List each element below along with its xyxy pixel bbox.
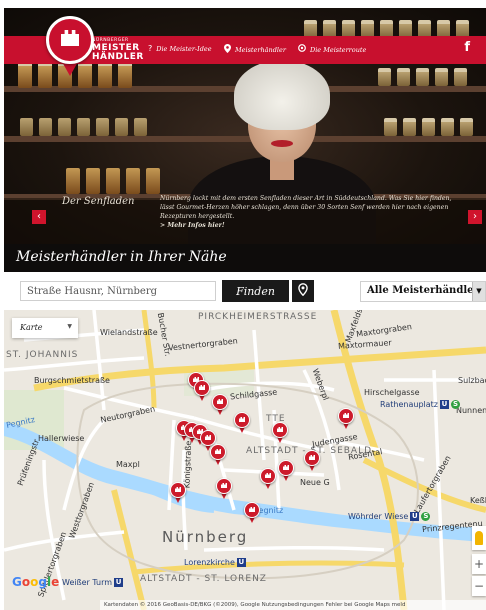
dealer-filter-select[interactable]: Alle Meisterhändler ▼ (360, 281, 486, 302)
map-type-control[interactable]: Karte ▼ (12, 318, 78, 338)
transit-label: Wöhrder Wiese (348, 512, 409, 521)
zoom-in-button[interactable]: + (472, 554, 486, 574)
dealer-marker[interactable] (260, 468, 276, 490)
zoom-out-button[interactable]: − (472, 576, 486, 596)
nav-item-meister-idee[interactable]: ? Die Meister-Idee (148, 44, 212, 53)
jar-row (378, 68, 467, 86)
jar-row (20, 118, 147, 136)
street-label: Burgschmietstraße (34, 376, 110, 385)
chevron-down-icon: ▼ (67, 323, 72, 330)
ubahn-icon: U (114, 578, 124, 587)
street-label: Wielandstraße (100, 328, 158, 337)
transit-label: Rathenauplatz (380, 400, 438, 409)
question-icon: ? (148, 44, 153, 53)
filter-value: Alle Meisterhändler (367, 285, 479, 296)
transit-label: Weißer Turm (62, 578, 113, 587)
transit-stop[interactable]: Lorenzkirche U (184, 558, 246, 567)
section-header: Meisterhändler in Ihrer Nähe (4, 244, 486, 272)
chevron-down-icon: ▼ (472, 282, 485, 301)
address-search-input[interactable] (20, 281, 216, 301)
dealer-marker[interactable] (338, 408, 354, 430)
district-label: ST. JOHANNIS (6, 350, 79, 360)
route-pin-icon (298, 44, 306, 55)
dealer-marker[interactable] (210, 444, 226, 466)
caption-text: Nürnberg lockt mit dem ersten Senfladen … (160, 194, 460, 230)
nav-label: Meisterhändler (235, 45, 286, 54)
transit-stop[interactable]: Wöhrder Wiese U S (348, 512, 431, 521)
sbahn-icon: S (451, 400, 460, 409)
meisterhaendler-logo[interactable]: NÜRNBERGER MEISTER HÄNDLER (28, 16, 143, 76)
dealer-marker[interactable] (234, 412, 250, 434)
dealer-marker[interactable] (216, 478, 232, 500)
locate-me-button[interactable] (292, 280, 314, 302)
jar-row (384, 118, 473, 136)
ubahn-icon: U (440, 400, 449, 409)
map-pin-icon (224, 44, 231, 55)
dealer-marker[interactable] (170, 482, 186, 504)
caption-title: Der Senfladen (62, 196, 135, 207)
sbahn-icon: S (421, 512, 431, 521)
logo-text-big: MEISTER HÄNDLER (92, 43, 144, 62)
district-label: PIRCKHEIMERSTRASSE (198, 312, 318, 322)
dealer-map[interactable]: Karte ▼ PIRCKHEIMERSTRASSE ST. JOHANNIS … (4, 310, 486, 610)
transit-label: Lorenzkirche (184, 558, 235, 567)
nav-label: Die Meisterroute (310, 45, 367, 54)
dealer-marker[interactable] (212, 394, 228, 416)
street-label: Maxpl (116, 460, 140, 469)
nav-item-meisterroute[interactable]: Die Meisterroute (298, 44, 366, 55)
nav-label: Die Meister-Idee (156, 44, 212, 53)
section-title: Meisterhändler in Ihrer Nähe (16, 249, 227, 265)
map-attribution[interactable]: Kartendaten © 2016 GeoBasis-DE/BKG (©200… (100, 600, 486, 610)
slider-prev-button[interactable]: ‹ (32, 210, 46, 224)
dealer-marker[interactable] (304, 450, 320, 472)
slider-next-button[interactable]: › (468, 210, 482, 224)
transit-stop[interactable]: Weißer Turm U (62, 578, 124, 587)
street-label: Nunnen (456, 406, 486, 415)
street-label: Neue G (300, 478, 330, 487)
map-type-label: Karte (20, 323, 43, 332)
city-label: Nürnberg (162, 528, 249, 546)
facebook-icon[interactable]: f (464, 40, 470, 55)
search-bar: Finden Alle Meisterhändler ▼ (4, 272, 486, 310)
find-button[interactable]: Finden (222, 280, 289, 302)
ubahn-icon: U (410, 512, 420, 521)
street-label: Keßl (470, 496, 486, 505)
transit-stop[interactable]: Rathenauplatz U S (380, 400, 460, 409)
jar-row (66, 168, 160, 194)
street-label: Sulzbac (458, 376, 486, 385)
location-pin-icon (298, 283, 308, 299)
google-logo[interactable]: Google (12, 575, 59, 589)
dealer-marker[interactable] (272, 422, 288, 444)
street-view-pegman-icon[interactable] (472, 526, 486, 550)
nav-item-meisterhaendler[interactable]: Meisterhändler (224, 44, 286, 55)
district-label: ALTSTADT - ST. LORENZ (140, 574, 267, 584)
street-label: Hallerwiese (38, 434, 85, 443)
caption-body: Nürnberg lockt mit dem ersten Senfladen … (160, 195, 452, 220)
ubahn-icon: U (236, 558, 246, 567)
street-label: Hirschelgasse (364, 388, 420, 397)
dealer-marker[interactable] (278, 460, 294, 482)
dealer-marker[interactable] (244, 502, 260, 524)
dealer-marker[interactable] (194, 380, 210, 402)
caption-more-link[interactable]: > Mehr Infos hier! (160, 222, 225, 229)
